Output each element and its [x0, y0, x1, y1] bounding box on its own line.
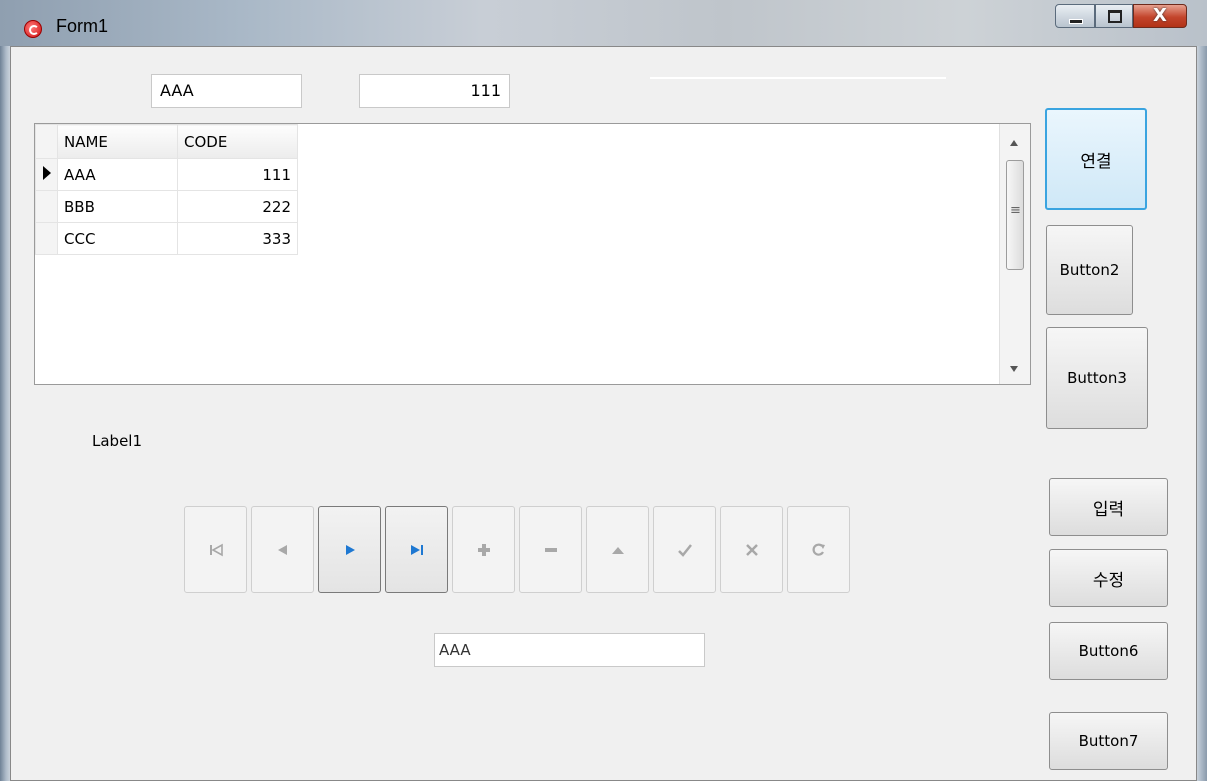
edit-button[interactable]: 수정	[1049, 549, 1168, 607]
next-record-icon	[345, 544, 355, 555]
button3[interactable]: Button3	[1046, 327, 1148, 429]
vertical-scrollbar[interactable]	[999, 124, 1030, 384]
first-record-icon	[209, 543, 223, 556]
window-frame-left	[0, 46, 10, 781]
plus-icon	[477, 543, 490, 556]
cell-code[interactable]: 333	[177, 222, 298, 255]
table-row[interactable]: CCC 333	[35, 222, 298, 255]
caption-buttons: X	[1055, 4, 1187, 30]
prior-record-icon	[277, 544, 287, 555]
header-indicator	[35, 124, 58, 159]
grid-header-row: NAME CODE	[35, 124, 298, 159]
cell-code[interactable]: 222	[177, 190, 298, 223]
insert-button[interactable]: 입력	[1049, 478, 1168, 536]
maximize-button[interactable]	[1095, 4, 1133, 28]
grid-table: NAME CODE AAA 111 BBB 222 CCC 333	[35, 124, 298, 255]
nav-refresh-button[interactable]	[787, 506, 850, 593]
cancel-x-icon	[745, 543, 758, 556]
table-row[interactable]: AAA 111	[35, 158, 298, 191]
row-indicator	[35, 190, 58, 223]
nav-cancel-button[interactable]	[720, 506, 783, 593]
code-edit[interactable]: 111	[359, 74, 510, 108]
window-frame-right	[1197, 46, 1207, 781]
check-icon	[677, 543, 692, 557]
scroll-down-icon[interactable]	[1010, 366, 1018, 372]
close-icon: X	[1153, 5, 1167, 26]
minimize-button[interactable]	[1055, 4, 1095, 28]
cell-code[interactable]: 111	[177, 158, 298, 191]
row-indicator	[35, 222, 58, 255]
last-record-icon	[410, 544, 423, 555]
connect-button[interactable]: 연결	[1045, 108, 1147, 210]
name-edit[interactable]: AAA	[151, 74, 302, 108]
title-bar[interactable]: Form1 X	[0, 0, 1207, 46]
triangle-up-icon	[611, 546, 624, 554]
label1: Label1	[92, 432, 143, 450]
window-title: Form1	[56, 16, 109, 36]
nav-insert-button[interactable]	[452, 506, 515, 593]
button7[interactable]: Button7	[1049, 712, 1168, 770]
nav-post-button[interactable]	[653, 506, 716, 593]
table-row[interactable]: BBB 222	[35, 190, 298, 223]
nav-first-button[interactable]	[184, 506, 247, 593]
divider-line	[650, 77, 946, 79]
nav-edit-button[interactable]	[586, 506, 649, 593]
nav-next-button[interactable]	[318, 506, 381, 593]
refresh-icon	[812, 543, 825, 556]
nav-delete-button[interactable]	[519, 506, 582, 593]
button2[interactable]: Button2	[1046, 225, 1133, 315]
data-grid[interactable]: NAME CODE AAA 111 BBB 222 CCC 333	[34, 123, 1031, 385]
app-icon[interactable]	[24, 20, 42, 38]
column-header-code[interactable]: CODE	[177, 124, 298, 159]
cell-name[interactable]: CCC	[57, 222, 178, 255]
nav-prior-button[interactable]	[251, 506, 314, 593]
nav-last-button[interactable]	[385, 506, 448, 593]
button6[interactable]: Button6	[1049, 622, 1168, 680]
cell-name[interactable]: BBB	[57, 190, 178, 223]
db-edit-field[interactable]: AAA	[434, 633, 705, 667]
cell-name[interactable]: AAA	[57, 158, 178, 191]
close-button[interactable]: X	[1133, 4, 1187, 28]
row-indicator-current	[35, 158, 58, 191]
scroll-up-icon[interactable]	[1010, 140, 1018, 146]
column-header-name[interactable]: NAME	[57, 124, 178, 159]
scroll-thumb[interactable]	[1006, 160, 1024, 270]
minus-icon	[544, 547, 557, 552]
